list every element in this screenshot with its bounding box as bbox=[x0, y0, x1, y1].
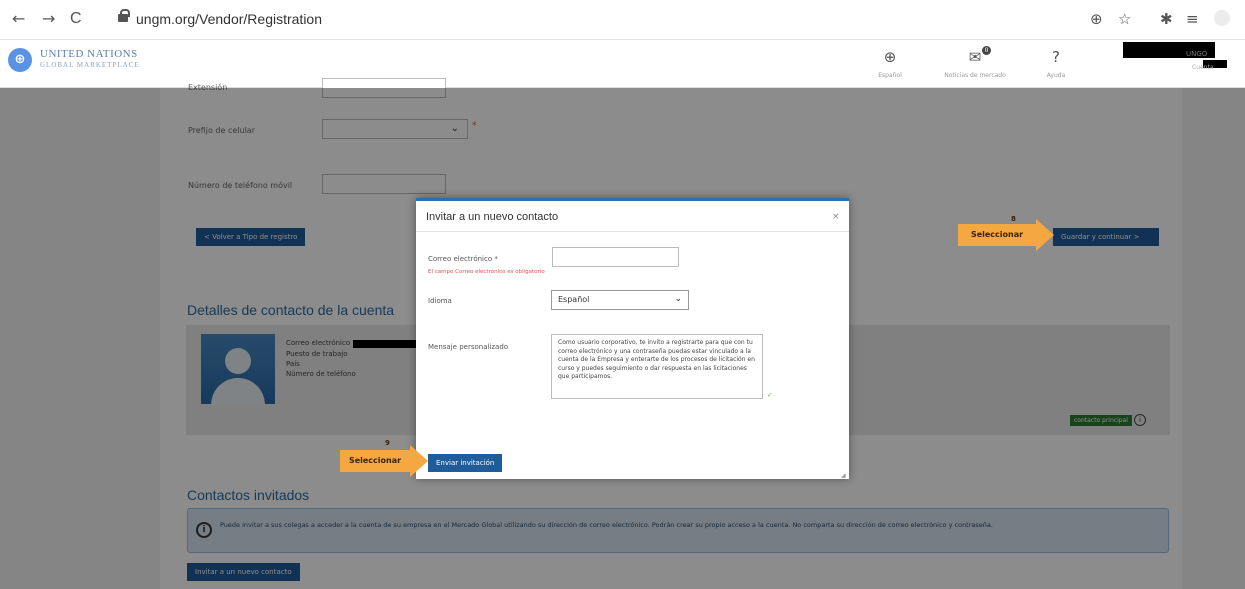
chevron-down-icon: ⌄ bbox=[674, 294, 682, 304]
help-menu[interactable]: ? Ayuda bbox=[1040, 46, 1072, 79]
step-8-arrow bbox=[1036, 219, 1054, 251]
modal-email-input[interactable] bbox=[552, 247, 679, 267]
modal-email-label: Correo electrónico * bbox=[428, 255, 498, 263]
back-arrow-icon[interactable]: ← bbox=[12, 8, 25, 30]
un-emblem-icon[interactable]: ⊕ bbox=[8, 48, 32, 72]
step-8-number: 8 bbox=[1011, 215, 1016, 223]
envelope-icon: ✉ 0 bbox=[940, 46, 1010, 68]
checkmark-icon: ✓ bbox=[767, 391, 773, 399]
help-icon: ? bbox=[1052, 48, 1060, 66]
invite-contact-modal: Invitar a un nuevo contacto × Correo ele… bbox=[416, 198, 849, 479]
globe-icon: ⊕ bbox=[883, 48, 897, 66]
address-bar[interactable]: ungm.org/Vendor/Registration bbox=[118, 6, 1078, 34]
lock-icon bbox=[118, 9, 130, 25]
modal-message-textarea[interactable]: Como usuario corporativo, te invito a re… bbox=[551, 334, 763, 399]
zoom-icon[interactable]: ⊕ bbox=[1090, 10, 1103, 28]
forward-arrow-icon[interactable]: → bbox=[42, 8, 55, 30]
brand-name[interactable]: UNITED NATIONS bbox=[40, 48, 138, 60]
reload-icon[interactable]: C bbox=[70, 8, 82, 30]
bookmark-star-icon[interactable]: ☆ bbox=[1118, 10, 1131, 28]
notification-badge: 0 bbox=[982, 46, 991, 55]
resize-handle-icon[interactable]: ◢ bbox=[841, 472, 846, 479]
extensions-icon[interactable]: ✱ bbox=[1160, 10, 1173, 28]
close-icon[interactable]: × bbox=[832, 212, 840, 222]
modal-language-select[interactable]: Español ⌄ bbox=[551, 290, 689, 310]
step-9-number: 9 bbox=[385, 439, 390, 447]
modal-title: Invitar a un nuevo contacto bbox=[426, 211, 559, 223]
email-error-message: El campo Correo electrónico es obligator… bbox=[428, 269, 545, 275]
brand-subtitle: GLOBAL MARKETPLACE bbox=[40, 61, 140, 69]
reading-list-icon[interactable]: ≡ bbox=[1186, 10, 1199, 28]
user-account-label[interactable]: Cuenta bbox=[1192, 64, 1214, 71]
send-invitation-button[interactable]: Enviar invitación bbox=[428, 454, 503, 472]
step-8-callout: Seleccionar bbox=[958, 224, 1036, 246]
step-9-callout: Seleccionar bbox=[340, 450, 410, 472]
site-header: ⊕ UNITED NATIONS GLOBAL MARKETPLACE ⊕ Es… bbox=[0, 40, 1245, 88]
browser-toolbar: ← → C ungm.org/Vendor/Registration ⊕ ☆ ✱… bbox=[0, 0, 1245, 40]
language-selected-value: Español bbox=[558, 295, 590, 304]
url-text: ungm.org/Vendor/Registration bbox=[136, 11, 322, 27]
step-9-arrow bbox=[410, 445, 428, 477]
modal-divider bbox=[416, 231, 849, 232]
modal-language-label: Idioma bbox=[428, 297, 452, 305]
language-menu[interactable]: ⊕ Español bbox=[870, 46, 910, 79]
profile-avatar[interactable] bbox=[1214, 10, 1230, 26]
market-news-menu[interactable]: ✉ 0 Noticias de mercado bbox=[940, 46, 1010, 79]
modal-message-label: Mensaje personalizado bbox=[428, 343, 509, 351]
user-name[interactable]: UNGO bbox=[1186, 50, 1207, 58]
